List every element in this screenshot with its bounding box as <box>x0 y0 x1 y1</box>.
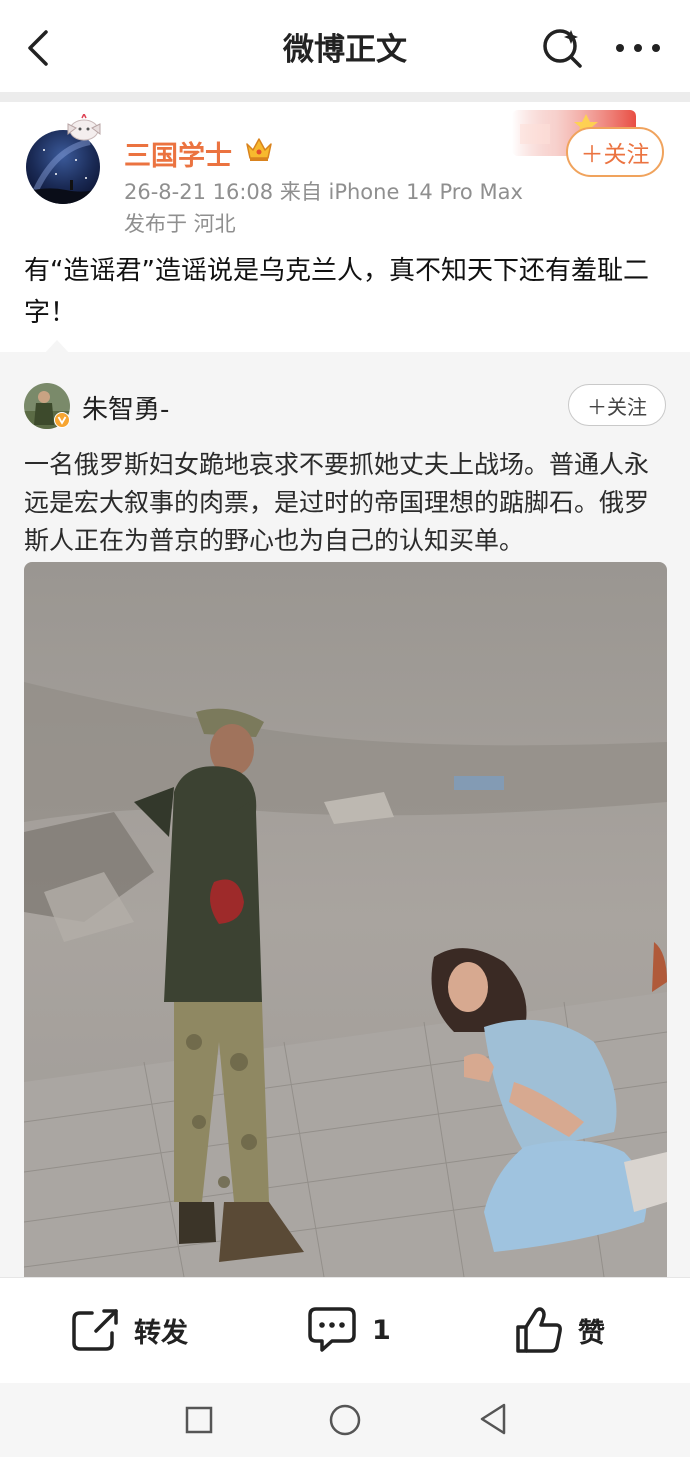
repost-button[interactable]: 转发 <box>70 1302 188 1358</box>
like-label: 赞 <box>578 1317 605 1349</box>
avatar-pendant-icon <box>67 114 101 141</box>
crown-icon <box>246 138 272 161</box>
thumbs-up-icon <box>516 1307 562 1353</box>
system-back-icon[interactable] <box>478 1402 508 1436</box>
home-icon[interactable] <box>328 1403 362 1437</box>
back-arrow-icon[interactable] <box>22 26 56 70</box>
repost-author-name[interactable]: 朱智勇- <box>82 389 169 426</box>
top-nav-bar <box>0 0 690 92</box>
post-text: 有“造谣君”造谣说是乌克兰人，真不知天下还有羞耻二字！ <box>24 256 649 328</box>
like-button[interactable]: 赞 <box>514 1302 605 1358</box>
author-name[interactable]: 三国学士 <box>124 134 232 173</box>
more-icon[interactable] <box>612 30 664 66</box>
post-location: 发布于 河北 <box>124 212 236 236</box>
post-timestamp-source: 26-8-21 16:08 来自 iPhone 14 Pro Max <box>124 180 523 204</box>
search-icon[interactable] <box>538 24 586 72</box>
recent-apps-icon[interactable] <box>185 1406 213 1434</box>
repost-pointer-icon <box>44 340 70 354</box>
comment-icon <box>308 1307 356 1352</box>
comment-count: 1 <box>372 1314 391 1346</box>
comment-button[interactable]: 1 <box>306 1302 391 1358</box>
repost-label: 转发 <box>134 1317 188 1349</box>
verified-badge-icon <box>54 412 70 428</box>
repost-follow-button[interactable]: ＋关注 <box>568 384 666 426</box>
repost-text: 一名俄罗斯妇女跪地哀求不要抓她丈夫上战场。普通人永远是宏大叙事的肉票，是过时的帝… <box>24 450 650 555</box>
share-icon <box>72 1309 118 1351</box>
section-divider <box>0 92 690 102</box>
follow-button[interactable]: ＋关注 <box>566 127 664 177</box>
repost-photo[interactable] <box>24 562 667 1277</box>
